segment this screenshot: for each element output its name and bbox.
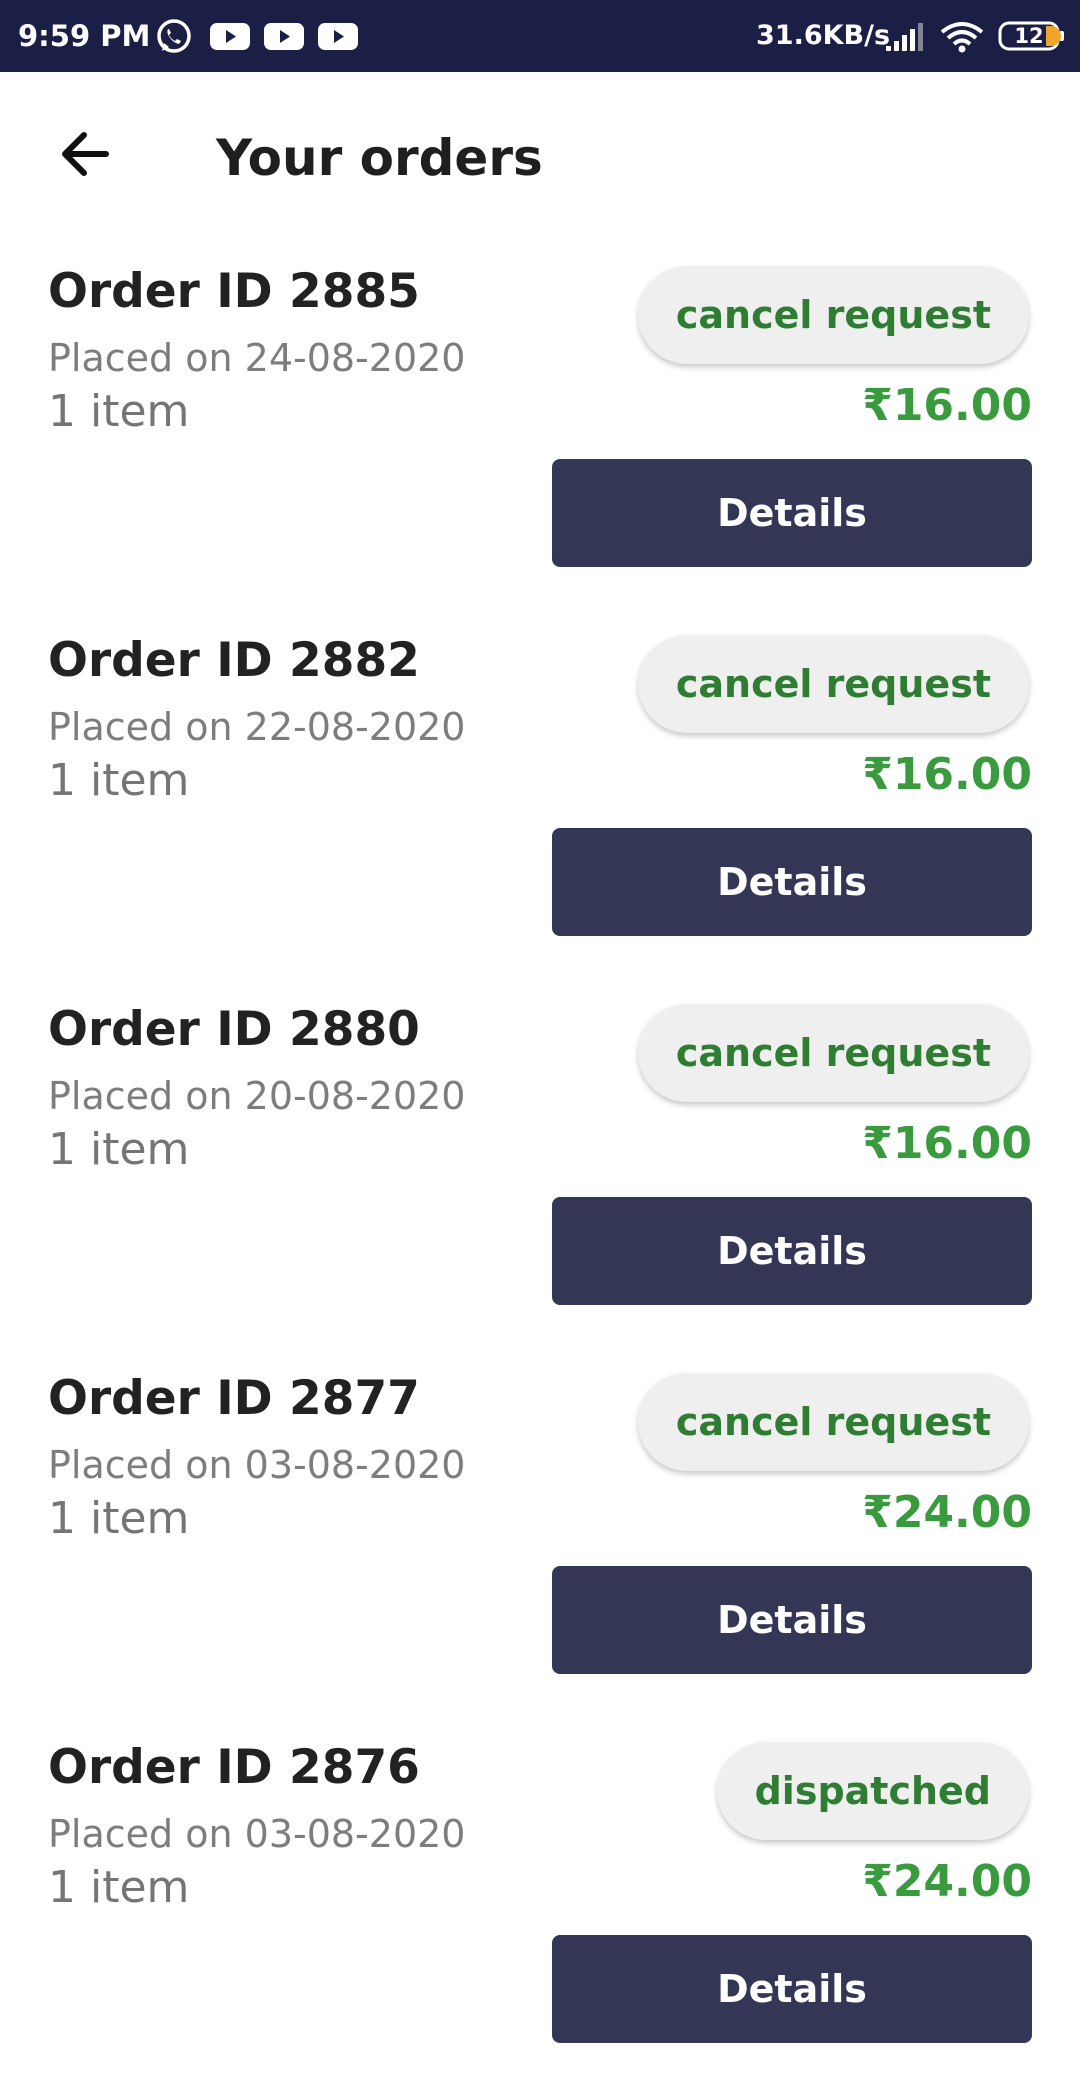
order-date: Placed on 24-08-2020 <box>48 336 466 380</box>
order-card: Order ID 2885 Placed on 24-08-2020 1 ite… <box>0 240 1080 609</box>
order-date: Placed on 03-08-2020 <box>48 1443 466 1487</box>
order-price: ₹16.00 <box>862 1118 1032 1169</box>
order-price: ₹16.00 <box>862 380 1032 431</box>
network-speed: 31.6KB/s <box>756 20 891 51</box>
order-id: Order ID 2885 <box>48 264 420 319</box>
order-id: Order ID 2876 <box>48 1740 420 1795</box>
signal-icon <box>884 22 924 57</box>
order-list: Order ID 2885 Placed on 24-08-2020 1 ite… <box>0 240 1080 2085</box>
status-time: 9:59 PM <box>18 19 151 53</box>
order-price: ₹24.00 <box>862 1487 1032 1538</box>
arrow-left-icon <box>56 126 112 187</box>
order-price: ₹24.00 <box>862 1856 1032 1907</box>
order-card: Order ID 2877 Placed on 03-08-2020 1 ite… <box>0 1347 1080 1716</box>
details-button[interactable]: Details <box>552 1197 1032 1305</box>
order-item-count: 1 item <box>48 755 190 806</box>
order-item-count: 1 item <box>48 1493 190 1544</box>
whatsapp-icon <box>154 18 194 54</box>
order-item-count: 1 item <box>48 386 190 437</box>
order-id: Order ID 2880 <box>48 1002 420 1057</box>
order-item-count: 1 item <box>48 1862 190 1913</box>
page-title: Your orders <box>216 129 543 187</box>
details-button[interactable]: Details <box>552 1566 1032 1674</box>
order-date: Placed on 20-08-2020 <box>48 1074 466 1118</box>
order-card: Order ID 2876 Placed on 03-08-2020 1 ite… <box>0 1716 1080 2085</box>
order-item-count: 1 item <box>48 1124 190 1175</box>
back-button[interactable] <box>48 120 120 192</box>
status-bar: 9:59 PM 31.6KB/s 12 <box>0 0 1080 72</box>
battery-icon: 12 <box>998 20 1066 57</box>
order-status-chip: cancel request <box>637 1004 1029 1102</box>
order-status-chip: dispatched <box>716 1742 1029 1840</box>
order-card: Order ID 2882 Placed on 22-08-2020 1 ite… <box>0 609 1080 978</box>
order-date: Placed on 22-08-2020 <box>48 705 466 749</box>
details-button[interactable]: Details <box>552 1935 1032 2043</box>
details-button[interactable]: Details <box>552 459 1032 567</box>
details-button[interactable]: Details <box>552 828 1032 936</box>
youtube-icon <box>262 18 306 54</box>
order-date: Placed on 03-08-2020 <box>48 1812 466 1856</box>
youtube-icon <box>316 18 360 54</box>
wifi-icon <box>940 20 984 59</box>
order-price: ₹16.00 <box>862 749 1032 800</box>
order-card: Order ID 2880 Placed on 20-08-2020 1 ite… <box>0 978 1080 1347</box>
order-id: Order ID 2882 <box>48 633 420 688</box>
youtube-icon <box>208 18 252 54</box>
order-status-chip: cancel request <box>637 635 1029 733</box>
order-status-chip: cancel request <box>637 266 1029 364</box>
order-status-chip: cancel request <box>637 1373 1029 1471</box>
battery-level: 12 <box>1014 24 1044 48</box>
order-id: Order ID 2877 <box>48 1371 420 1426</box>
